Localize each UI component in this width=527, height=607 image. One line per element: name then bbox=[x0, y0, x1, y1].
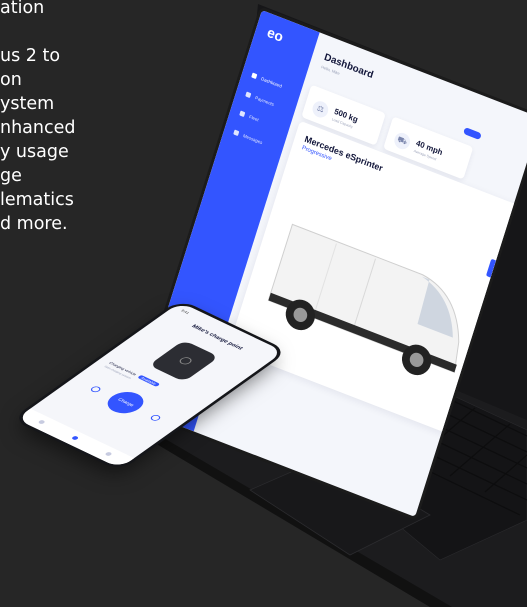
status-time: 9:41 bbox=[179, 308, 191, 315]
schedule-icon[interactable] bbox=[88, 385, 103, 394]
status-badge: Available bbox=[136, 374, 161, 387]
home-icon bbox=[251, 72, 258, 79]
sidebar-item-messages[interactable]: Messages bbox=[233, 128, 264, 147]
toggle-button[interactable] bbox=[463, 127, 482, 141]
sidebar-item-label: Messages bbox=[242, 132, 264, 145]
sidebar-item-label: Dashboard bbox=[260, 75, 283, 89]
settings-icon[interactable] bbox=[148, 413, 163, 422]
charger-image bbox=[148, 340, 220, 382]
sidebar-item-payments[interactable]: Payments bbox=[245, 90, 275, 108]
sidebar-item-label: Payments bbox=[254, 94, 275, 107]
charger-led-icon bbox=[177, 355, 194, 366]
wallet-icon bbox=[245, 91, 252, 98]
tab-profile-icon[interactable] bbox=[104, 451, 113, 457]
sidebar-item-fleet[interactable]: Fleet bbox=[239, 109, 260, 124]
charge-button[interactable]: Charge bbox=[100, 387, 151, 418]
truck-icon bbox=[239, 110, 246, 117]
weight-icon: ⚖ bbox=[310, 98, 331, 120]
tab-charge-icon[interactable] bbox=[70, 435, 80, 441]
tab-home-icon[interactable] bbox=[37, 419, 46, 425]
sidebar-item-dashboard[interactable]: Dashboard bbox=[251, 71, 283, 90]
sidebar-item-label: Fleet bbox=[248, 113, 260, 122]
brand-logo: eo bbox=[265, 23, 286, 45]
chat-icon bbox=[233, 129, 240, 136]
van-icon: ⛟ bbox=[392, 130, 413, 152]
